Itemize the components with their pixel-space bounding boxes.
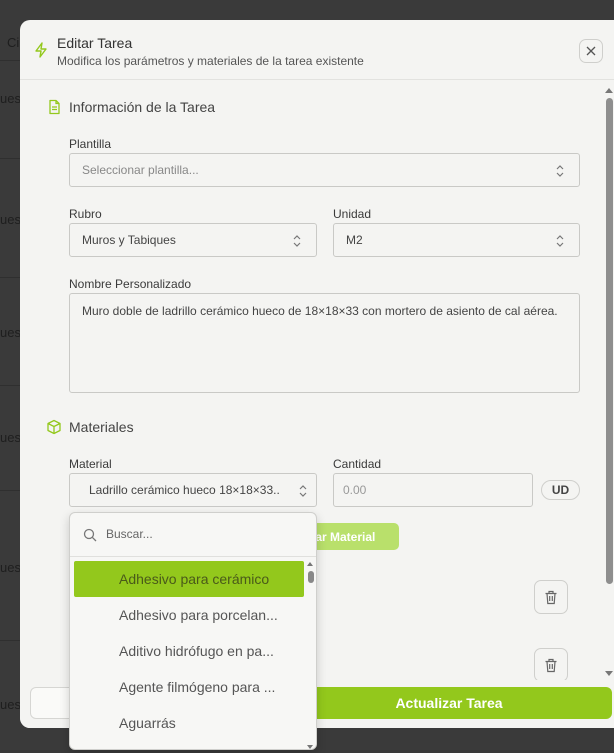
unit-badge: UD xyxy=(541,480,580,500)
dropdown-scroll-thumb[interactable] xyxy=(308,571,314,583)
dropdown-search: Buscar... xyxy=(70,513,316,557)
cantidad-placeholder: 0.00 xyxy=(343,483,367,497)
chevron-up-down-icon xyxy=(556,165,564,177)
chevron-up-down-icon xyxy=(299,485,307,497)
material-value: Ladrillo cerámico hueco 18×18×33.. xyxy=(89,483,280,497)
rubro-select[interactable]: Muros y Tabiques xyxy=(69,223,317,257)
scroll-up-arrow[interactable] xyxy=(605,88,613,93)
bg-fragment: ues xyxy=(0,325,21,340)
bg-fragment: ues xyxy=(0,91,21,106)
dropdown-scroll-up[interactable] xyxy=(307,562,313,566)
unidad-label: Unidad xyxy=(333,207,372,221)
cantidad-input[interactable]: 0.00 xyxy=(333,473,533,507)
trash-icon xyxy=(545,590,557,604)
search-icon xyxy=(83,528,97,542)
materials-section-title: Materiales xyxy=(69,419,134,435)
box-icon xyxy=(47,419,61,435)
bg-fragment: Ci xyxy=(7,35,20,50)
plantilla-label: Plantilla xyxy=(69,137,112,151)
delete-material-button[interactable] xyxy=(534,580,568,614)
bg-fragment: ues xyxy=(0,430,21,445)
scroll-thumb[interactable] xyxy=(606,98,613,584)
unidad-select[interactable]: M2 xyxy=(333,223,580,257)
dropdown-option[interactable]: Adhesivo para cerámico xyxy=(74,561,304,597)
bg-fragment: ues xyxy=(0,212,21,227)
dropdown-option[interactable]: Adhesivo para porcelan... xyxy=(74,597,304,633)
info-section-title: Información de la Tarea xyxy=(69,99,216,115)
scroll-down-arrow[interactable] xyxy=(605,671,613,676)
cantidad-label: Cantidad xyxy=(333,457,382,471)
document-icon xyxy=(49,99,60,115)
update-task-button[interactable]: Actualizar Tarea xyxy=(286,687,612,719)
nombre-label: Nombre Personalizado xyxy=(69,277,192,291)
unidad-value: M2 xyxy=(346,233,363,247)
close-icon xyxy=(586,46,596,56)
bg-fragment: ues xyxy=(0,560,21,575)
rubro-label: Rubro xyxy=(69,207,102,221)
dropdown-option[interactable]: Aditivo hidrófugo en pa... xyxy=(74,633,304,669)
material-label: Material xyxy=(69,457,112,471)
dropdown-option[interactable]: Agente filmógeno para ... xyxy=(74,669,304,705)
modal-scrollbar[interactable] xyxy=(604,84,614,676)
trash-icon xyxy=(545,658,557,672)
dropdown-scrollbar[interactable] xyxy=(307,561,315,749)
material-select[interactable]: Ladrillo cerámico hueco 18×18×33.. xyxy=(69,473,317,507)
delete-material-button[interactable] xyxy=(534,648,568,682)
modal-header: Editar Tarea Modifica los parámetros y m… xyxy=(20,20,614,80)
dropdown-search-input[interactable]: Buscar... xyxy=(106,527,153,541)
plantilla-placeholder: Seleccionar plantilla... xyxy=(82,163,199,177)
material-dropdown: Buscar... Adhesivo para cerámico Adhesiv… xyxy=(69,512,317,750)
modal-subtitle: Modifica los parámetros y materiales de … xyxy=(57,54,364,68)
lightning-icon xyxy=(35,42,47,58)
modal-title: Editar Tarea xyxy=(57,35,133,51)
rubro-value: Muros y Tabiques xyxy=(82,233,176,247)
chevron-up-down-icon xyxy=(556,235,564,247)
plantilla-select[interactable]: Seleccionar plantilla... xyxy=(69,153,580,187)
dropdown-option[interactable]: Aguarrás xyxy=(74,705,304,741)
bg-fragment: ues xyxy=(0,697,21,712)
chevron-up-down-icon xyxy=(293,235,301,247)
dropdown-list: Adhesivo para cerámico Adhesivo para por… xyxy=(74,561,304,741)
dropdown-scroll-down[interactable] xyxy=(307,745,313,749)
nombre-textarea[interactable]: Muro doble de ladrillo cerámico hueco de… xyxy=(69,293,580,393)
close-button[interactable] xyxy=(579,39,603,63)
